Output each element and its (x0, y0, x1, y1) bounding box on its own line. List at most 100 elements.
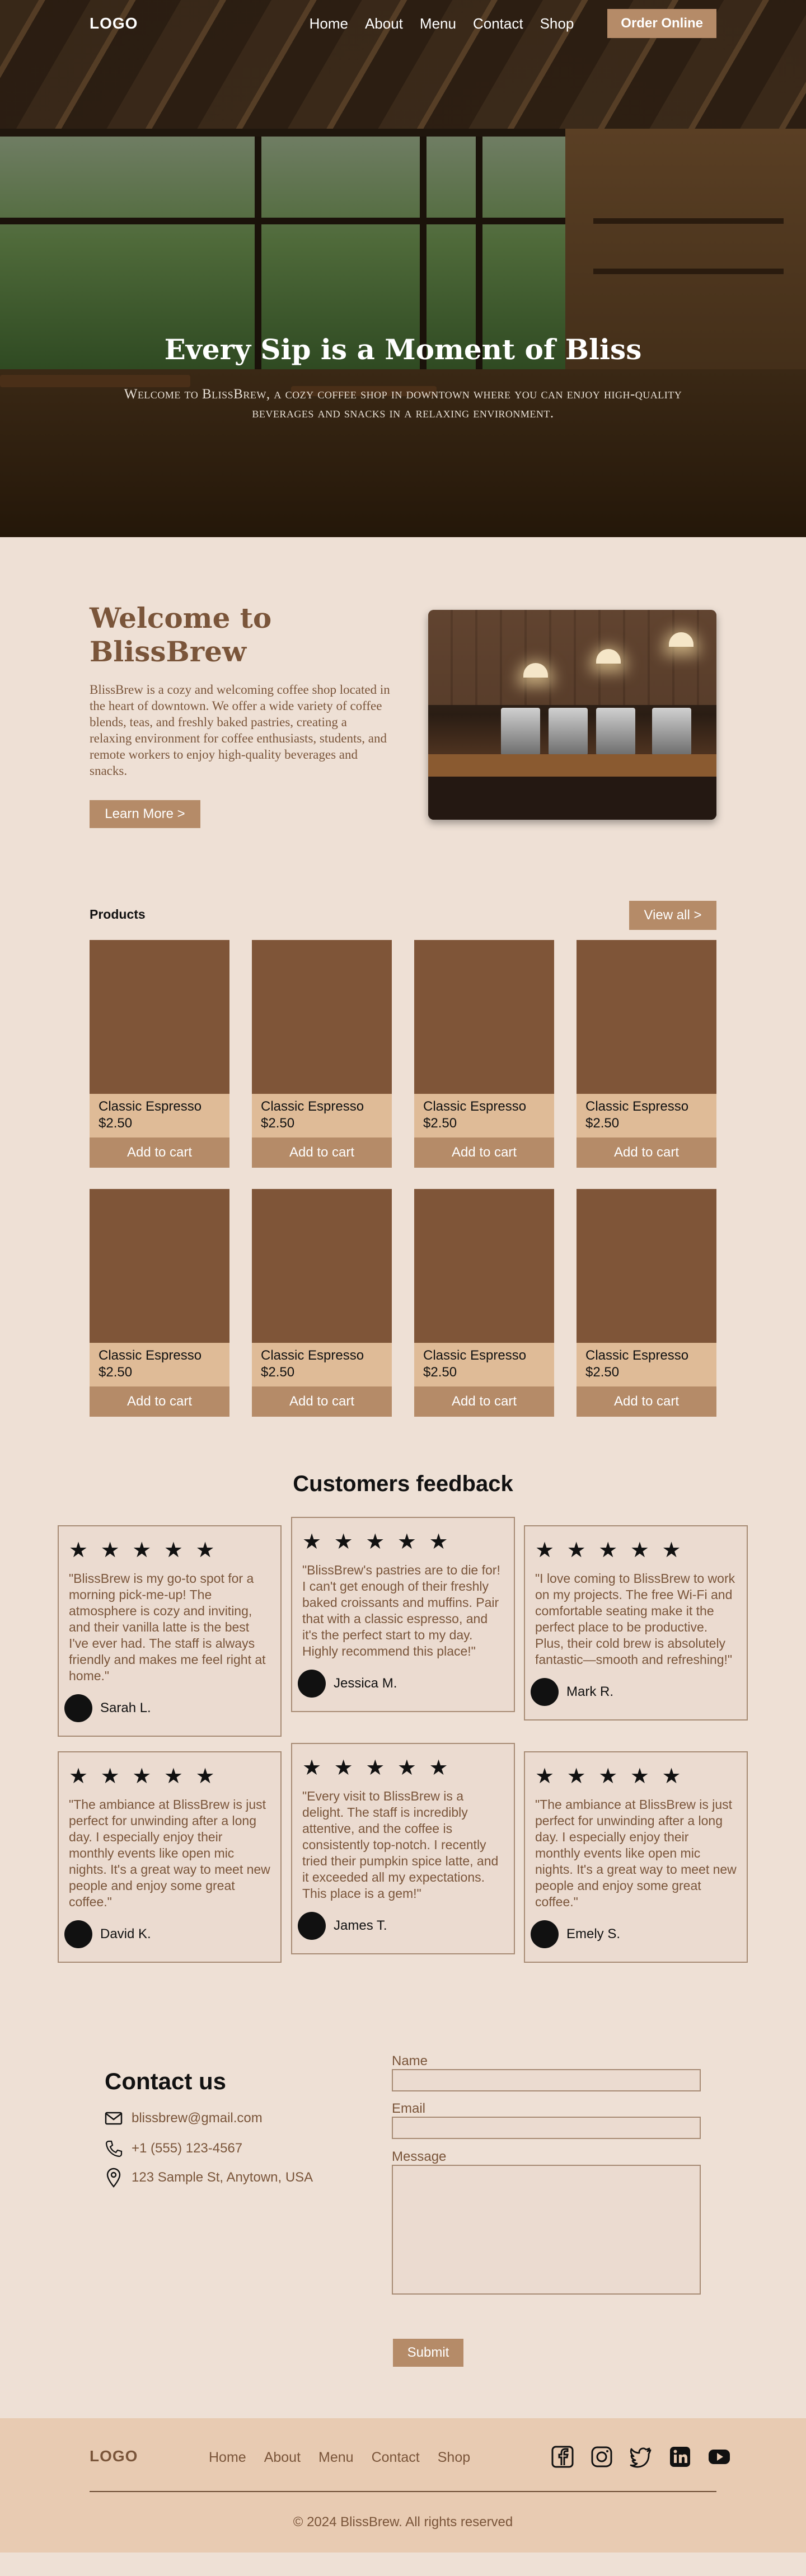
review-quote: "The ambiance at BlissBrew is just perfe… (69, 1797, 270, 1909)
review-quote: "BlissBrew's pastries are to die for! I … (302, 1563, 500, 1658)
nav-link-menu[interactable]: Menu (420, 15, 456, 32)
facebook-icon[interactable] (551, 2445, 574, 2469)
product-price: $2.50 (585, 1365, 620, 1380)
review-card: ★ ★ ★ ★ ★ "Every visit to BlissBrew is a… (291, 1743, 515, 1954)
add-to-cart-button[interactable]: Add to cart (414, 1386, 554, 1417)
product-card[interactable]: Classic Espresso $2.50 Add to cart (90, 1189, 229, 1417)
product-image[interactable] (414, 1189, 554, 1343)
reviewer: Mark R. (531, 1678, 737, 1706)
add-to-cart-button[interactable]: Add to cart (252, 1386, 392, 1417)
hero-title: Every Sip is a Moment of Bliss (164, 333, 642, 366)
welcome-title: Welcome to BlissBrew (90, 601, 272, 668)
social-links (551, 2445, 731, 2469)
submit-button[interactable]: Submit (393, 2339, 463, 2367)
nav-link-home[interactable]: Home (310, 15, 348, 32)
product-image[interactable] (252, 1189, 392, 1343)
footer-link-home[interactable]: Home (209, 2450, 246, 2466)
reviewer-name: David K. (100, 1926, 151, 1942)
product-price: $2.50 (261, 1116, 295, 1131)
footer-logo[interactable]: LOGO (90, 2447, 138, 2465)
review-card: ★ ★ ★ ★ ★ "BlissBrew is my go-to spot fo… (58, 1525, 282, 1737)
reviewer: Sarah L. (64, 1694, 270, 1722)
email-label: Email (392, 2101, 426, 2116)
reviewer: Emely S. (531, 1920, 737, 1948)
product-name: Classic Espresso (261, 1099, 364, 1114)
product-image[interactable] (577, 940, 716, 1094)
product-card[interactable]: Classic Espresso $2.50 Add to cart (252, 1189, 392, 1417)
name-label: Name (392, 2053, 428, 2069)
footer-link-shop[interactable]: Shop (438, 2450, 470, 2466)
product-card[interactable]: Classic Espresso $2.50 Add to cart (414, 940, 554, 1168)
avatar (298, 1670, 326, 1698)
footer-link-menu[interactable]: Menu (318, 2450, 354, 2466)
learn-more-button[interactable]: Learn More > (90, 800, 200, 828)
view-all-button[interactable]: View all > (629, 901, 716, 930)
product-card[interactable]: Classic Espresso $2.50 Add to cart (414, 1189, 554, 1417)
linkedin-icon[interactable] (668, 2445, 692, 2469)
footer-link-contact[interactable]: Contact (372, 2450, 420, 2466)
message-label: Message (392, 2149, 447, 2164)
add-to-cart-button[interactable]: Add to cart (414, 1137, 554, 1168)
feedback-section: Customers feedback ★ ★ ★ ★ ★ "BlissBrew … (0, 1466, 806, 2048)
reviewer-name: Mark R. (566, 1684, 613, 1699)
reviewer-name: Jessica M. (334, 1676, 397, 1691)
product-image[interactable] (90, 1189, 229, 1343)
product-image[interactable] (252, 940, 392, 1094)
contact-email: blissbrew@gmail.com (105, 2110, 263, 2126)
nav-link-about[interactable]: About (365, 15, 403, 32)
star-rating: ★ ★ ★ ★ ★ (302, 1530, 452, 1554)
star-rating: ★ ★ ★ ★ ★ (302, 1756, 452, 1780)
message-textarea[interactable] (392, 2165, 701, 2295)
product-image[interactable] (414, 940, 554, 1094)
reviewer: Jessica M. (298, 1670, 504, 1698)
nav-link-shop[interactable]: Shop (540, 15, 574, 32)
add-to-cart-button[interactable]: Add to cart (252, 1137, 392, 1168)
contact-address-text: 123 Sample St, Anytown, USA (132, 2170, 313, 2185)
email-input[interactable] (392, 2117, 701, 2139)
welcome-section: Welcome to BlissBrew BlissBrew is a cozy… (0, 537, 806, 901)
nav-logo[interactable]: LOGO (90, 15, 138, 32)
product-info: Classic Espresso $2.50 (577, 1094, 716, 1137)
review-quote: "I love coming to BlissBrew to work on m… (535, 1571, 735, 1667)
product-card[interactable]: Classic Espresso $2.50 Add to cart (577, 1189, 716, 1417)
product-card[interactable]: Classic Espresso $2.50 Add to cart (577, 940, 716, 1168)
star-rating: ★ ★ ★ ★ ★ (535, 1765, 685, 1788)
product-info: Classic Espresso $2.50 (414, 1094, 554, 1137)
product-card[interactable]: Classic Espresso $2.50 Add to cart (252, 940, 392, 1168)
name-input[interactable] (392, 2069, 701, 2091)
reviewer: James T. (298, 1912, 504, 1940)
star-rating: ★ ★ ★ ★ ★ (69, 1765, 218, 1788)
add-to-cart-button[interactable]: Add to cart (90, 1137, 229, 1168)
product-name: Classic Espresso (261, 1348, 364, 1363)
footer-link-about[interactable]: About (264, 2450, 301, 2466)
product-card[interactable]: Classic Espresso $2.50 Add to cart (90, 940, 229, 1168)
product-image[interactable] (90, 940, 229, 1094)
instagram-icon[interactable] (590, 2445, 613, 2469)
twitter-icon[interactable] (629, 2445, 653, 2469)
youtube-icon[interactable] (707, 2445, 731, 2469)
order-online-button[interactable]: Order Online (607, 9, 716, 38)
nav-link-contact[interactable]: Contact (473, 15, 523, 32)
product-name: Classic Espresso (585, 1348, 689, 1363)
copyright-text: © 2024 BlissBrew. All rights reserved (293, 2514, 513, 2530)
review-quote: "BlissBrew is my go-to spot for a mornin… (69, 1571, 266, 1683)
location-pin-icon (106, 2168, 121, 2188)
product-image[interactable] (577, 1189, 716, 1343)
product-info: Classic Espresso $2.50 (577, 1343, 716, 1386)
review-quote: "The ambiance at BlissBrew is just perfe… (535, 1797, 737, 1909)
footer-links: Home About Menu Contact Shop (209, 2450, 470, 2466)
contact-phone-text[interactable]: +1 (555) 123-4567 (132, 2141, 242, 2156)
add-to-cart-button[interactable]: Add to cart (90, 1386, 229, 1417)
products-section: Products View all > Classic Espresso $2.… (0, 901, 806, 1466)
product-price: $2.50 (261, 1365, 295, 1380)
reviewer-name: James T. (334, 1918, 387, 1933)
product-info: Classic Espresso $2.50 (252, 1343, 392, 1386)
add-to-cart-button[interactable]: Add to cart (577, 1386, 716, 1417)
add-to-cart-button[interactable]: Add to cart (577, 1137, 716, 1168)
contact-email-text[interactable]: blissbrew@gmail.com (132, 2110, 263, 2126)
product-price: $2.50 (99, 1116, 133, 1131)
review-card: ★ ★ ★ ★ ★ "The ambiance at BlissBrew is … (58, 1751, 282, 1963)
phone-icon (105, 2140, 123, 2157)
star-rating: ★ ★ ★ ★ ★ (535, 1539, 685, 1562)
footer-divider (90, 2491, 716, 2492)
